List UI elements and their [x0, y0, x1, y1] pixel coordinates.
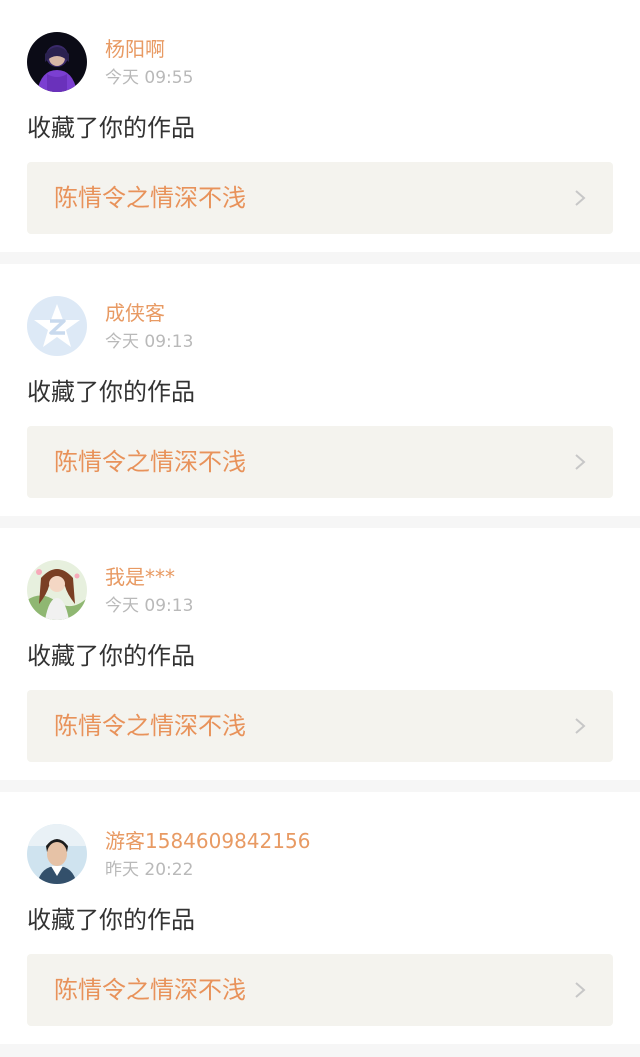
username[interactable]: 杨阳啊	[105, 34, 165, 64]
action-text: 收藏了你的作品	[27, 378, 195, 406]
work-link[interactable]: 陈情令之情深不浅	[27, 954, 613, 1026]
chevron-right-icon	[573, 452, 587, 472]
notification-card: 成侠客 今天 09:13 收藏了你的作品 陈情令之情深不浅	[0, 264, 640, 516]
user-avatar[interactable]	[27, 296, 87, 356]
work-title: 陈情令之情深不浅	[54, 976, 246, 1004]
action-text: 收藏了你的作品	[27, 114, 195, 142]
card-divider	[0, 252, 640, 264]
notification-list: 杨阳啊 今天 09:55 收藏了你的作品 陈情令之情深不浅 成侠客 今天 09:…	[0, 0, 640, 1056]
work-link[interactable]: 陈情令之情深不浅	[27, 162, 613, 234]
card-divider	[0, 1044, 640, 1056]
notification-card: 我是*** 今天 09:13 收藏了你的作品 陈情令之情深不浅	[0, 528, 640, 780]
chevron-right-icon	[573, 188, 587, 208]
card-divider	[0, 780, 640, 792]
chevron-right-icon	[573, 980, 587, 1000]
username[interactable]: 我是***	[105, 562, 175, 592]
work-link[interactable]: 陈情令之情深不浅	[27, 690, 613, 762]
timestamp: 今天 09:55	[105, 68, 194, 88]
user-avatar[interactable]	[27, 32, 87, 92]
user-avatar-photo-icon	[27, 824, 87, 884]
work-link[interactable]: 陈情令之情深不浅	[27, 426, 613, 498]
default-z-avatar-icon	[27, 296, 87, 356]
username[interactable]: 成侠客	[105, 298, 165, 328]
timestamp: 昨天 20:22	[105, 860, 194, 880]
username[interactable]: 游客1584609842156	[105, 826, 310, 856]
card-divider	[0, 516, 640, 528]
user-avatar[interactable]	[27, 560, 87, 620]
work-title: 陈情令之情深不浅	[54, 712, 246, 740]
notification-card: 杨阳啊 今天 09:55 收藏了你的作品 陈情令之情深不浅	[0, 0, 640, 252]
notification-card: 游客1584609842156 昨天 20:22 收藏了你的作品 陈情令之情深不…	[0, 792, 640, 1044]
timestamp: 今天 09:13	[105, 596, 194, 616]
work-title: 陈情令之情深不浅	[54, 184, 246, 212]
action-text: 收藏了你的作品	[27, 906, 195, 934]
anime-girl-avatar-icon	[27, 560, 87, 620]
user-avatar-purple-hoodie-icon	[27, 32, 87, 92]
chevron-right-icon	[573, 716, 587, 736]
action-text: 收藏了你的作品	[27, 642, 195, 670]
timestamp: 今天 09:13	[105, 332, 194, 352]
user-avatar[interactable]	[27, 824, 87, 884]
work-title: 陈情令之情深不浅	[54, 448, 246, 476]
